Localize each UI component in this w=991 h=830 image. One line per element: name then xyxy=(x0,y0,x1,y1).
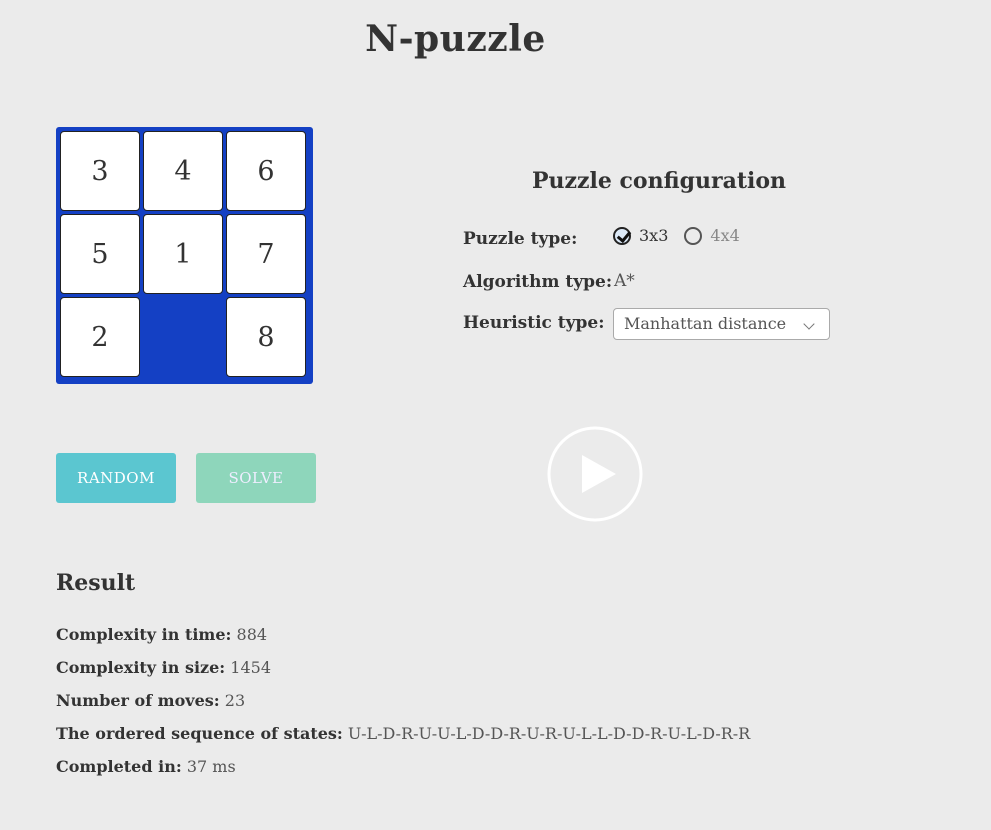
config-title: Puzzle configuration xyxy=(532,168,787,194)
algorithm-label: Algorithm type: xyxy=(463,272,613,292)
moves-label: Number of moves: xyxy=(56,691,220,710)
tile[interactable]: 4 xyxy=(143,131,223,211)
sequence-label: The ordered sequence of states: xyxy=(56,724,343,743)
radio-3x3-label: 3x3 xyxy=(639,226,669,245)
size-label: Complexity in size: xyxy=(56,658,226,677)
time-value: 884 xyxy=(236,625,268,644)
result-title: Result xyxy=(56,570,136,596)
chevron-down-icon xyxy=(803,318,815,330)
result-time: Complexity in time: 884 xyxy=(56,625,267,644)
page-title: N-puzzle xyxy=(365,18,546,60)
completed-label: Completed in: xyxy=(56,757,182,776)
heuristic-label: Heuristic type: xyxy=(463,313,605,333)
moves-value: 23 xyxy=(224,691,246,710)
completed-value: 37 ms xyxy=(186,757,236,776)
result-size: Complexity in size: 1454 xyxy=(56,658,271,677)
algorithm-value: A* xyxy=(614,271,635,291)
result-sequence: The ordered sequence of states: U-L-D-R-… xyxy=(56,724,750,743)
puzzle-type-options: 3x3 4x4 xyxy=(613,226,756,245)
radio-4x4-label: 4x4 xyxy=(710,226,740,245)
radio-3x3[interactable] xyxy=(613,226,631,245)
random-button[interactable]: RANDOM xyxy=(56,453,176,503)
tile[interactable]: 5 xyxy=(60,214,140,294)
play-icon[interactable] xyxy=(546,425,644,523)
empty-tile xyxy=(143,297,223,377)
puzzle-board: 3 4 6 5 1 7 2 8 xyxy=(56,127,313,384)
tile[interactable]: 7 xyxy=(226,214,306,294)
heuristic-select-value: Manhattan distance xyxy=(624,314,787,333)
tile[interactable]: 6 xyxy=(226,131,306,211)
tile[interactable]: 2 xyxy=(60,297,140,377)
size-value: 1454 xyxy=(230,658,272,677)
solve-button[interactable]: SOLVE xyxy=(196,453,316,503)
sequence-value: U-L-D-R-U-U-L-D-D-R-U-R-U-L-L-D-D-R-U-L-… xyxy=(347,724,751,743)
heuristic-select[interactable]: Manhattan distance xyxy=(613,308,830,340)
result-moves: Number of moves: 23 xyxy=(56,691,245,710)
result-completed: Completed in: 37 ms xyxy=(56,757,236,776)
radio-4x4[interactable] xyxy=(684,226,703,245)
tile[interactable]: 1 xyxy=(143,214,223,294)
time-label: Complexity in time: xyxy=(56,625,232,644)
puzzle-type-label: Puzzle type: xyxy=(463,229,578,249)
tile[interactable]: 3 xyxy=(60,131,140,211)
tile[interactable]: 8 xyxy=(226,297,306,377)
